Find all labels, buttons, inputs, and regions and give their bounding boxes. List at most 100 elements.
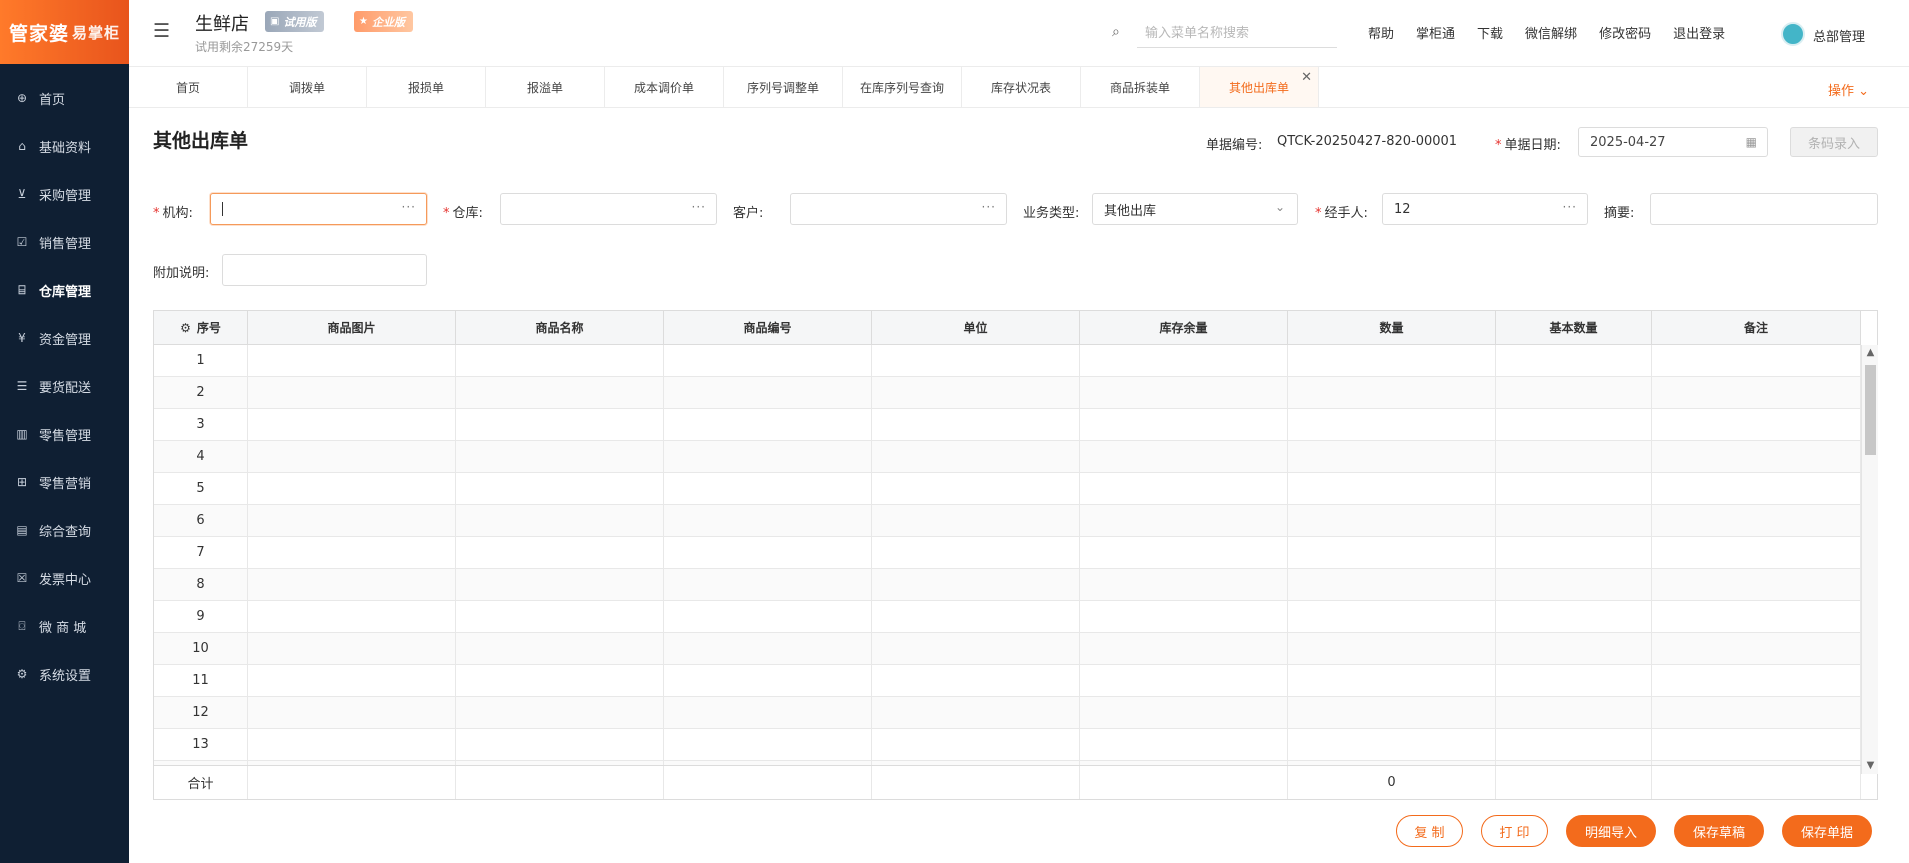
- col-header-qty[interactable]: 数量: [1288, 311, 1496, 344]
- tab-loss-report[interactable]: 报损单: [367, 67, 486, 107]
- col-header-name[interactable]: 商品名称: [456, 311, 664, 344]
- grid-cell[interactable]: [1652, 697, 1861, 728]
- grid-cell[interactable]: [1288, 441, 1496, 472]
- help-link[interactable]: 帮助: [1368, 23, 1394, 42]
- grid-cell[interactable]: [1080, 441, 1288, 472]
- grid-cell[interactable]: [664, 473, 872, 504]
- import-details-button[interactable]: 明细导入: [1566, 815, 1656, 847]
- grid-cell[interactable]: [664, 729, 872, 760]
- grid-cell[interactable]: [1080, 665, 1288, 696]
- grid-cell[interactable]: [1288, 729, 1496, 760]
- handler-field[interactable]: 12 ···: [1382, 193, 1588, 225]
- grid-cell[interactable]: [456, 409, 664, 440]
- grid-cell[interactable]: [1496, 345, 1652, 376]
- grid-cell[interactable]: [1496, 601, 1652, 632]
- tab-overflow-report[interactable]: 报溢单: [486, 67, 605, 107]
- grid-cell[interactable]: [664, 377, 872, 408]
- grid-cell[interactable]: [1288, 697, 1496, 728]
- grid-cell[interactable]: [664, 569, 872, 600]
- grid-cell[interactable]: [1496, 729, 1652, 760]
- close-icon[interactable]: ✕: [1301, 70, 1312, 85]
- grid-cell[interactable]: [456, 633, 664, 664]
- grid-cell[interactable]: [1652, 537, 1861, 568]
- avatar[interactable]: [1781, 22, 1805, 46]
- wechat-unbind-link[interactable]: 微信解绑: [1525, 23, 1577, 42]
- sidebar-item-basic-data[interactable]: ⌂ 基础资料: [0, 122, 129, 170]
- menu-toggle-icon[interactable]: ☰: [153, 20, 170, 42]
- brand-logo[interactable]: 管家婆 易掌柜: [0, 0, 129, 64]
- grid-cell[interactable]: [1652, 569, 1861, 600]
- copy-button[interactable]: 复 制: [1396, 815, 1463, 847]
- grid-scrollbar[interactable]: ▲ ▼: [1861, 345, 1878, 774]
- grid-cell[interactable]: [456, 441, 664, 472]
- more-icon[interactable]: ···: [1563, 200, 1577, 214]
- grid-cell[interactable]: [248, 569, 456, 600]
- grid-cell[interactable]: [1496, 697, 1652, 728]
- sidebar-item-home[interactable]: ⊕ 首页: [0, 74, 129, 122]
- grid-cell[interactable]: [456, 345, 664, 376]
- customer-field[interactable]: ···: [790, 193, 1007, 225]
- calendar-icon[interactable]: ▦: [1746, 135, 1757, 149]
- grid-cell[interactable]: [248, 697, 456, 728]
- tab-serial-query[interactable]: 在库序列号查询: [843, 67, 962, 107]
- grid-cell[interactable]: [872, 537, 1080, 568]
- table-row[interactable]: 11: [154, 665, 1861, 697]
- barcode-entry-button[interactable]: 条码录入: [1790, 127, 1878, 157]
- grid-cell[interactable]: [1288, 505, 1496, 536]
- grid-cell[interactable]: [1496, 441, 1652, 472]
- grid-cell[interactable]: [1288, 537, 1496, 568]
- grid-cell[interactable]: [1496, 569, 1652, 600]
- scroll-up-icon[interactable]: ▲: [1862, 345, 1879, 361]
- table-row[interactable]: 8: [154, 569, 1861, 601]
- col-header-image[interactable]: 商品图片: [248, 311, 456, 344]
- table-row[interactable]: 4: [154, 441, 1861, 473]
- grid-cell[interactable]: [1652, 505, 1861, 536]
- grid-cell[interactable]: [456, 665, 664, 696]
- grid-cell[interactable]: [1652, 665, 1861, 696]
- operations-menu[interactable]: 操作 ⌄: [1828, 80, 1869, 99]
- grid-cell[interactable]: [1080, 537, 1288, 568]
- summary-field[interactable]: [1650, 193, 1878, 225]
- grid-cell[interactable]: [872, 441, 1080, 472]
- sidebar-item-retail[interactable]: ▥ 零售管理: [0, 410, 129, 458]
- grid-cell[interactable]: [872, 729, 1080, 760]
- tab-serial-adjust[interactable]: 序列号调整单: [724, 67, 843, 107]
- table-row[interactable]: 3: [154, 409, 1861, 441]
- grid-cell[interactable]: [872, 505, 1080, 536]
- grid-cell[interactable]: [1080, 345, 1288, 376]
- scroll-down-icon[interactable]: ▼: [1862, 758, 1879, 774]
- grid-cell[interactable]: [664, 697, 872, 728]
- sidebar-item-warehouse[interactable]: ⌸ 仓库管理: [0, 266, 129, 314]
- download-link[interactable]: 下载: [1477, 23, 1503, 42]
- grid-cell[interactable]: [1080, 729, 1288, 760]
- sidebar-item-invoice[interactable]: ☒ 发票中心: [0, 554, 129, 602]
- grid-cell[interactable]: [248, 345, 456, 376]
- more-icon[interactable]: ···: [692, 200, 706, 214]
- grid-cell[interactable]: [248, 505, 456, 536]
- scrollbar-thumb[interactable]: [1865, 365, 1876, 455]
- grid-cell[interactable]: [1288, 665, 1496, 696]
- biz-type-select[interactable]: 其他出库 ⌄: [1092, 193, 1298, 225]
- grid-cell[interactable]: [1496, 473, 1652, 504]
- grid-cell[interactable]: [1496, 377, 1652, 408]
- grid-cell[interactable]: [1496, 633, 1652, 664]
- grid-cell[interactable]: [1652, 441, 1861, 472]
- grid-cell[interactable]: [456, 697, 664, 728]
- grid-cell[interactable]: [1080, 569, 1288, 600]
- table-row[interactable]: 12: [154, 697, 1861, 729]
- grid-cell[interactable]: [664, 537, 872, 568]
- grid-cell[interactable]: [248, 409, 456, 440]
- sidebar-item-sales[interactable]: ☑ 销售管理: [0, 218, 129, 266]
- table-row[interactable]: 7: [154, 537, 1861, 569]
- grid-cell[interactable]: [1288, 409, 1496, 440]
- sidebar-item-purchase[interactable]: ⊻ 采购管理: [0, 170, 129, 218]
- grid-cell[interactable]: [1496, 537, 1652, 568]
- table-row[interactable]: 2: [154, 377, 1861, 409]
- table-row[interactable]: 13: [154, 729, 1861, 761]
- grid-cell[interactable]: [1080, 505, 1288, 536]
- col-header-stock[interactable]: 库存余量: [1080, 311, 1288, 344]
- grid-cell[interactable]: [1496, 409, 1652, 440]
- grid-cell[interactable]: [1080, 601, 1288, 632]
- more-icon[interactable]: ···: [402, 200, 416, 214]
- col-header-code[interactable]: 商品编号: [664, 311, 872, 344]
